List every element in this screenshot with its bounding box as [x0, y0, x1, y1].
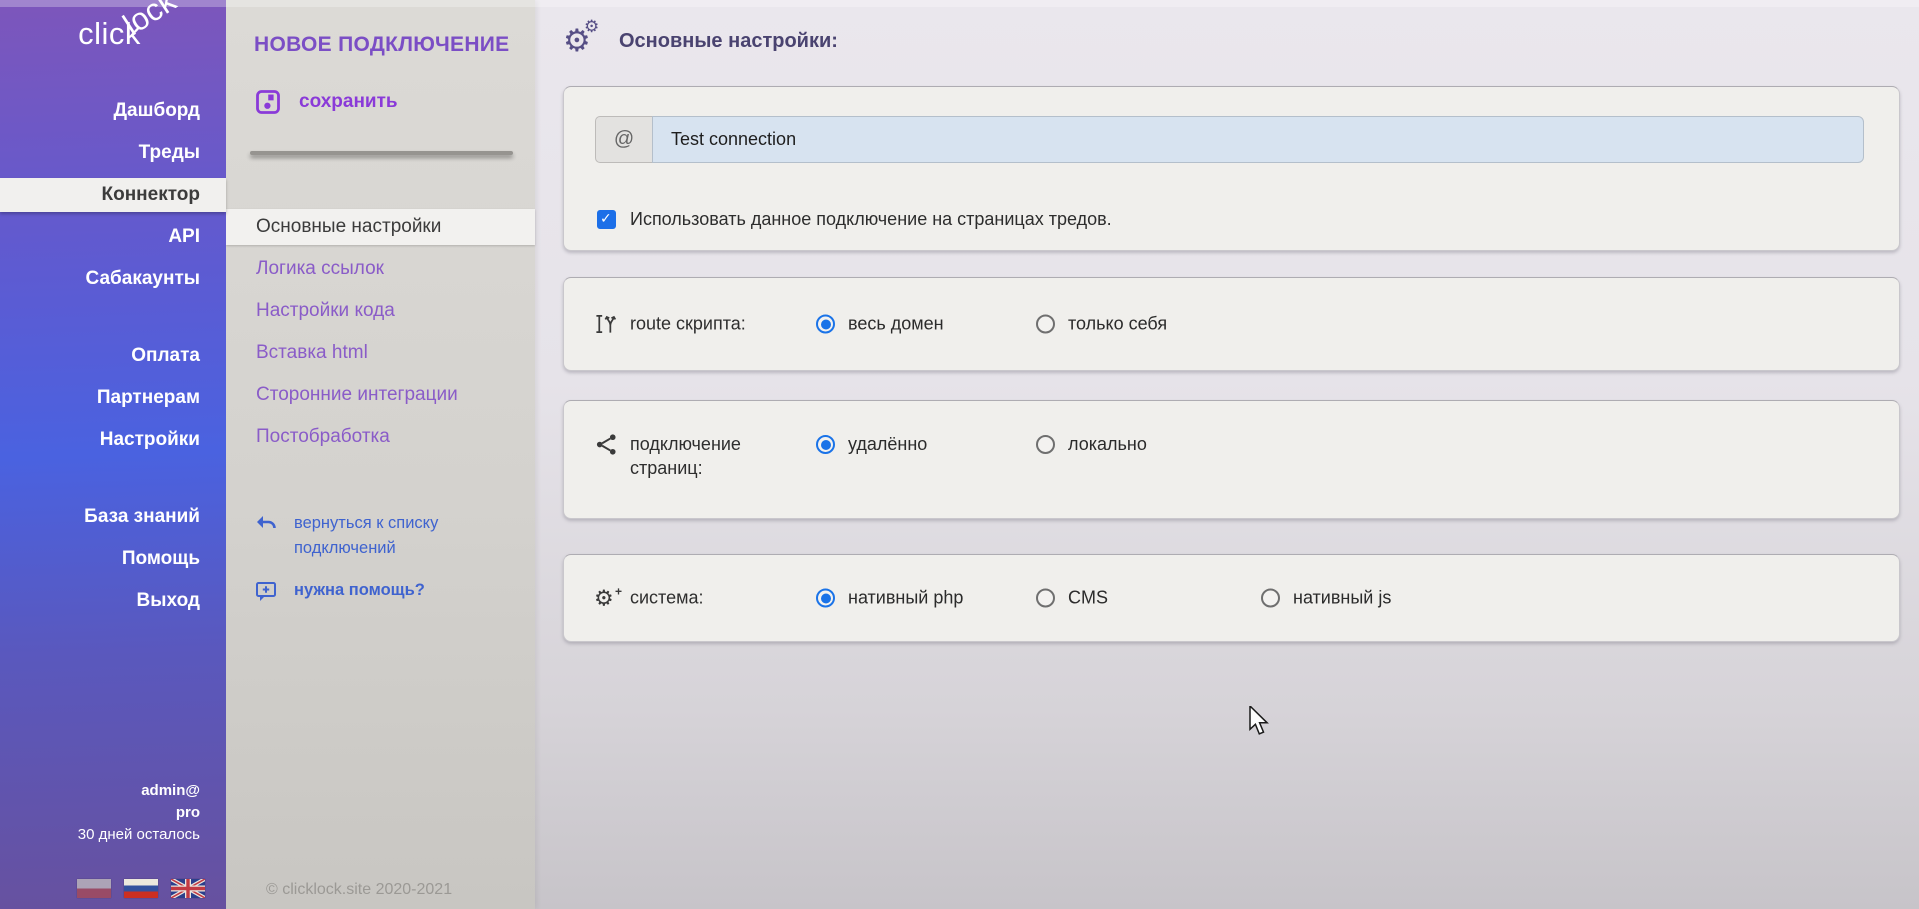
menu-item-integrations[interactable]: Сторонние интеграции — [226, 374, 535, 416]
menu-item-code-settings[interactable]: Настройки кода — [226, 290, 535, 332]
system-label: ⚙+ система: — [594, 586, 704, 611]
gears-icon: ⚙⚙ — [563, 24, 603, 58]
back-link-label: вернуться к списку подключений — [294, 511, 494, 561]
undo-icon — [254, 512, 278, 536]
clicklock-logo[interactable]: clicklock — [78, 16, 196, 52]
sidebar-item-settings[interactable]: Настройки — [0, 419, 226, 461]
save-button[interactable]: сохранить — [254, 88, 398, 116]
gear-plus-icon: ⚙+ — [594, 586, 619, 611]
route-icon — [594, 312, 619, 337]
radio-icon — [816, 315, 835, 334]
back-to-connections-link[interactable]: вернуться к списку подключений — [254, 511, 494, 561]
menu-item-link-logic[interactable]: Логика ссылок — [226, 248, 535, 290]
radio-icon — [816, 435, 835, 454]
save-icon — [254, 88, 282, 116]
connection-name-card: @ Использовать данное подключение на стр… — [563, 86, 1900, 251]
menu-item-html-insert[interactable]: Вставка html — [226, 332, 535, 374]
sidebar-item-dashboard[interactable]: Дашборд — [0, 90, 226, 132]
pages-connection-label: подключение страниц: — [594, 432, 804, 480]
use-on-threads-row: Использовать данное подключение на стран… — [597, 209, 1112, 230]
sidebar-item-logout[interactable]: Выход — [0, 580, 226, 622]
radio-option-native-php[interactable]: нативный php — [816, 588, 963, 609]
radio-icon — [1036, 435, 1055, 454]
radio-option-whole-domain[interactable]: весь домен — [816, 314, 944, 335]
radio-option-only-self[interactable]: только себя — [1036, 314, 1167, 335]
sidebar-item-partners[interactable]: Партнерам — [0, 377, 226, 419]
content-header: ⚙⚙ Основные настройки: — [563, 24, 838, 58]
poland-flag-icon[interactable] — [77, 879, 111, 898]
account-plan: pro — [78, 802, 200, 824]
connection-panel: НОВОЕ ПОДКЛЮЧЕНИЕ сохранить Основные нас… — [226, 0, 535, 909]
at-sign-addon: @ — [595, 116, 652, 163]
account-email: admin@ — [78, 780, 200, 802]
radio-option-cms[interactable]: CMS — [1036, 588, 1108, 609]
sidebar: clicklock Дашборд Треды Коннектор API Са… — [0, 0, 226, 909]
pages-connection-card: подключение страниц: удалённо локально — [563, 400, 1900, 519]
sidebar-item-connector[interactable]: Коннектор — [0, 178, 226, 212]
radio-option-native-js[interactable]: нативный js — [1261, 588, 1391, 609]
radio-option-local[interactable]: локально — [1036, 434, 1147, 455]
menu-item-main-settings[interactable]: Основные настройки — [226, 209, 535, 245]
script-route-card: route скрипта: весь домен только себя — [563, 277, 1900, 371]
sidebar-item-threads[interactable]: Треды — [0, 132, 226, 174]
add-comment-icon — [254, 579, 278, 603]
sidebar-item-subaccounts[interactable]: Сабакаунты — [0, 258, 226, 300]
system-card: ⚙+ система: нативный php CMS нативный js — [563, 554, 1900, 642]
window-top-highlight — [0, 0, 1919, 7]
connection-name-input[interactable] — [652, 116, 1864, 163]
russia-flag-icon[interactable] — [124, 879, 158, 898]
use-on-threads-label: Использовать данное подключение на стран… — [630, 209, 1112, 230]
sidebar-item-help[interactable]: Помощь — [0, 538, 226, 580]
script-route-label: route скрипта: — [594, 312, 746, 337]
connection-settings-menu: Основные настройки Логика ссылок Настрой… — [226, 206, 535, 458]
radio-icon — [816, 589, 835, 608]
save-button-label: сохранить — [299, 91, 398, 113]
radio-option-remote[interactable]: удалённо — [816, 434, 927, 455]
radio-icon — [1036, 589, 1055, 608]
uk-flag-icon[interactable] — [171, 879, 205, 898]
sidebar-nav: Дашборд Треды Коннектор API Сабакаунты О… — [0, 90, 226, 622]
radio-icon — [1261, 589, 1280, 608]
share-icon — [594, 432, 619, 457]
account-days-left: 30 дней осталось — [78, 824, 200, 846]
panel-divider — [250, 151, 513, 155]
help-link-label: нужна помощь? — [294, 578, 425, 603]
radio-icon — [1036, 315, 1055, 334]
sidebar-item-api[interactable]: API — [0, 216, 226, 258]
mouse-cursor — [1248, 706, 1270, 741]
page-title: Основные настройки: — [619, 30, 838, 53]
copyright-footer: © clicklock.site 2020-2021 — [266, 881, 452, 899]
menu-item-postprocessing[interactable]: Постобработка — [226, 416, 535, 458]
main-content: ⚙⚙ Основные настройки: @ Использовать да… — [535, 0, 1919, 909]
sidebar-item-payment[interactable]: Оплата — [0, 335, 226, 377]
language-switcher — [77, 879, 205, 898]
panel-title: НОВОЕ ПОДКЛЮЧЕНИЕ — [254, 33, 510, 57]
sidebar-item-knowledge-base[interactable]: База знаний — [0, 496, 226, 538]
use-on-threads-checkbox[interactable] — [597, 210, 616, 229]
account-info: admin@ pro 30 дней осталось — [78, 780, 200, 846]
connection-name-group: @ — [595, 116, 1864, 163]
need-help-link[interactable]: нужна помощь? — [254, 578, 425, 603]
